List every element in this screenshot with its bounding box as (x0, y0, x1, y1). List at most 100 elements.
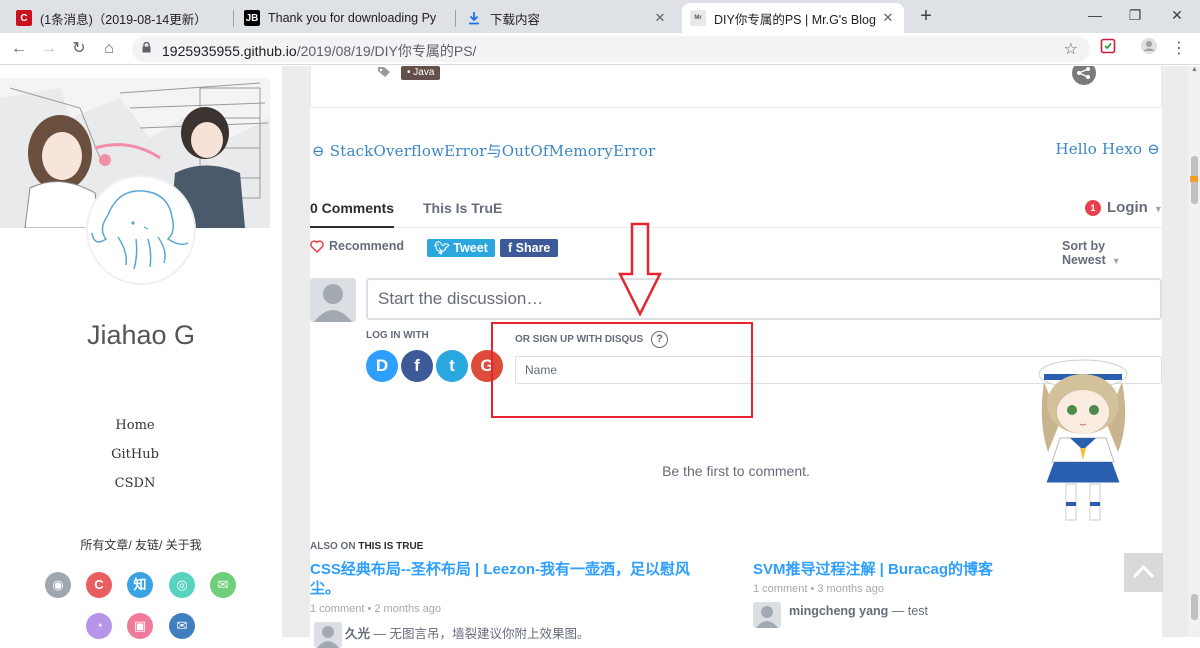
minimize-icon[interactable]: — (1080, 4, 1110, 26)
next-post-link[interactable]: Hello Hexo ⊖ (1055, 140, 1160, 158)
jetbrains-icon: JB (244, 10, 260, 26)
reload-icon[interactable]: ↻ (68, 38, 90, 60)
browser-toolbar: ← → ↻ ⌂ 1925935955.github.io/2019/08/19/… (0, 33, 1200, 65)
close-icon[interactable]: ✕ (652, 10, 668, 26)
facebook-share-button[interactable]: f Share (500, 239, 559, 257)
tab-blog-active[interactable]: Mr DIY你专属的PS | Mr.G's Blog ✕ (682, 3, 904, 33)
excerpt-text: — 无图言吊，墙裂建议你附上效果图。 (373, 627, 590, 641)
also-on-site: THIS IS TRUE (358, 541, 424, 552)
annotation-highlight-box (491, 322, 753, 418)
tab-comments[interactable]: 0 Comments (310, 200, 394, 216)
tab-csdn[interactable]: C (1条消息)（2019-08-14更新） (8, 3, 232, 33)
lock-icon (142, 42, 151, 53)
heart-icon (310, 239, 324, 253)
home-icon[interactable]: ⌂ (98, 38, 120, 60)
csdn-icon[interactable]: C (86, 572, 112, 598)
tab-community[interactable]: This Is TruE (423, 200, 502, 216)
download-icon (466, 10, 482, 26)
blog-icon: Mr (690, 10, 706, 26)
facebook-login-icon[interactable]: f (401, 350, 433, 382)
browser-tab-strip: C (1条消息)（2019-08-14更新） JB Thank you for … (0, 0, 1200, 33)
commenter-name: mingcheng yang (789, 604, 889, 618)
maximize-icon[interactable]: ❐ (1120, 4, 1150, 26)
tab-separator (455, 10, 456, 27)
sidebar-link-csdn[interactable]: CSDN (0, 476, 270, 491)
bilibili-icon[interactable]: ▣ (127, 613, 153, 639)
browser-menu-icon[interactable]: ⋮ (1168, 38, 1190, 60)
page-scrollbar[interactable]: ▲ (1188, 66, 1200, 637)
scrollbar-thumb-secondary[interactable] (1191, 594, 1198, 620)
prev-post-link[interactable]: ⊖ StackOverflowError与OutOfMemoryError (312, 140, 655, 161)
share-label: Share (515, 241, 551, 255)
twitter-icon: 🐦︎ (434, 241, 454, 255)
recommend-button[interactable]: Recommend (310, 239, 404, 253)
back-arrow-icon[interactable]: ← (8, 38, 30, 60)
profile-icon[interactable] (1138, 38, 1160, 60)
sidebar-link-github[interactable]: GitHub (0, 447, 270, 462)
commenter-avatar (753, 602, 781, 628)
share-icon[interactable] (1071, 66, 1097, 86)
recommendation-meta: 1 comment • 3 months ago (753, 583, 885, 595)
chevron-up-icon (1132, 564, 1155, 579)
sort-label: Sort by Newest (1062, 239, 1106, 267)
tab-separator (233, 10, 234, 27)
wechat-icon[interactable]: ✉ (210, 572, 236, 598)
facebook-icon: f (508, 241, 516, 255)
weibo-icon[interactable]: ◔ (86, 613, 112, 639)
tag-java[interactable]: • Java (401, 66, 441, 80)
log-in-with-label: LOG IN WITH (366, 330, 429, 341)
discussion-input[interactable]: Start the discussion… (366, 278, 1162, 320)
blog-sidebar: Jiahao G Home GitHub CSDN 所有文章/ 友链/ 关于我 … (0, 66, 282, 639)
url-path: /2019/08/19/DIY你专属的PS/ (296, 43, 477, 59)
sidebar-sublinks[interactable]: 所有文章/ 友链/ 关于我 (0, 536, 282, 553)
recommend-label: Recommend (329, 239, 405, 253)
tweet-button[interactable]: 🐦︎ Tweet (427, 239, 495, 257)
commenter-avatar (314, 622, 342, 648)
bookmark-star-icon[interactable]: ☆ (1064, 39, 1078, 59)
tabs-divider (310, 227, 1162, 228)
recommendation-meta: 1 comment • 2 months ago (310, 603, 442, 615)
user-avatar-icon (310, 278, 356, 322)
github-icon[interactable]: ◉ (45, 572, 71, 598)
address-bar[interactable]: 1925935955.github.io/2019/08/19/DIY你专属的P… (132, 36, 1090, 62)
tag-icon (378, 67, 390, 77)
back-to-top-button[interactable] (1124, 553, 1163, 592)
forward-arrow-icon[interactable]: → (38, 38, 60, 60)
scroll-marker (1190, 176, 1198, 182)
recommendation-title[interactable]: SVM推导过程注解 | Buracag的博客 (753, 560, 1133, 579)
mascot-character-image (1038, 359, 1128, 521)
new-tab-button[interactable]: + (915, 6, 937, 28)
chevron-down-icon: ▼ (1153, 204, 1163, 214)
annotation-arrow-icon (618, 222, 662, 317)
zhihu-icon[interactable]: 知 (127, 572, 153, 598)
scroll-up-icon[interactable]: ▲ (1191, 66, 1198, 73)
chevron-down-icon: ▼ (1111, 256, 1121, 266)
url-host: 1925935955.github.io (162, 43, 297, 59)
email-icon[interactable]: ✉ (169, 613, 195, 639)
extension-icon[interactable] (1097, 38, 1119, 60)
recommendation-excerpt: mingcheng yang — test (789, 604, 928, 618)
also-on-prefix: ALSO ON (310, 541, 356, 552)
active-tab-underline (310, 226, 394, 228)
tweet-label: Tweet (453, 241, 488, 255)
tab-downloads[interactable]: 下载内容 ✕ (458, 3, 676, 33)
tab-jetbrains[interactable]: JB Thank you for downloading Py (236, 3, 454, 33)
twitter-login-icon[interactable]: t (436, 350, 468, 382)
also-on-label: ALSO ON THIS IS TRUE (310, 541, 423, 552)
commenter-name: 久光 (345, 627, 371, 641)
tab-title: 下载内容 (490, 12, 541, 27)
author-avatar (86, 175, 196, 285)
csdn-icon: C (16, 10, 32, 26)
close-window-icon[interactable]: ✕ (1162, 4, 1192, 26)
close-icon[interactable]: ✕ (880, 10, 896, 26)
recommendation-title[interactable]: CSS经典布局--圣杯布局 | Leezon-我有一壶酒，足以慰风尘。 (310, 560, 710, 598)
qq-icon[interactable]: ◎ (169, 572, 195, 598)
disqus-login-icon[interactable]: D (366, 350, 398, 382)
login-label: Login (1107, 199, 1148, 216)
tab-title: (1条消息)（2019-08-14更新） (40, 12, 207, 27)
login-dropdown[interactable]: Login ▼ (1107, 199, 1163, 216)
sidebar-link-home[interactable]: Home (0, 418, 270, 433)
notification-badge: 1 (1085, 200, 1101, 216)
author-name: Jiahao G (86, 320, 196, 350)
sort-dropdown[interactable]: Sort by Newest ▼ (1062, 239, 1162, 267)
